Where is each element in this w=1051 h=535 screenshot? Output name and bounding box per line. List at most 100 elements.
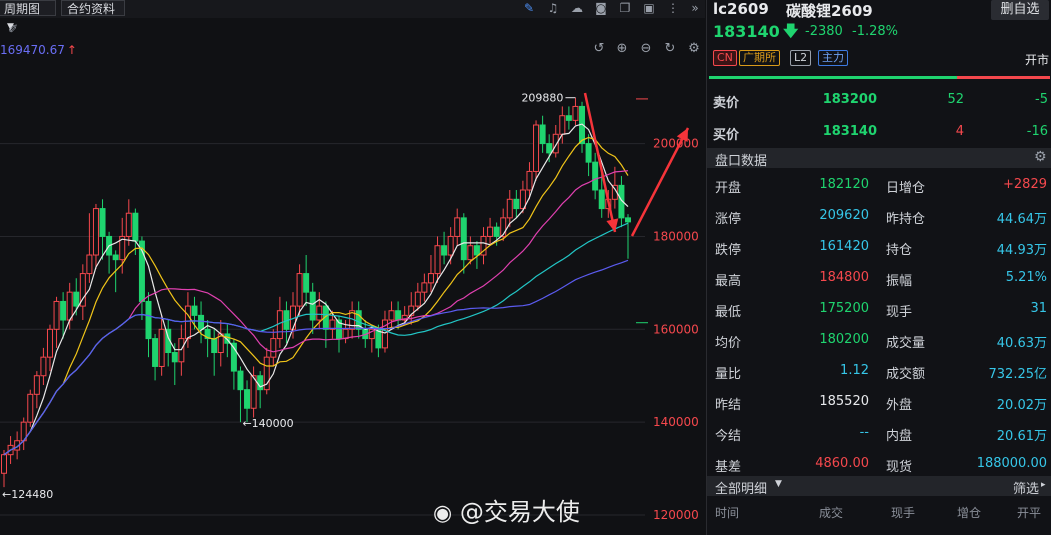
candle-body xyxy=(592,161,599,191)
weibo-icon: ◉ xyxy=(433,501,453,526)
candle-body xyxy=(237,370,244,391)
candle-body xyxy=(171,352,178,363)
settings-icon[interactable]: ⚙ xyxy=(1034,149,1047,165)
candle-body xyxy=(395,310,402,321)
stat-value: -- xyxy=(859,425,869,440)
ask-price: 183200 xyxy=(822,92,877,107)
stat-value: 182120 xyxy=(819,177,869,192)
candle-body xyxy=(66,291,73,321)
bid-change: -16 xyxy=(1026,124,1048,139)
col-oi-change: 增仓 xyxy=(957,506,982,520)
camera-icon[interactable]: ◙ xyxy=(593,0,609,16)
collapse-panel-icon[interactable]: » xyxy=(687,0,703,16)
stat-label: 振幅 xyxy=(886,274,913,289)
y-tick-label: 200000 xyxy=(653,137,699,151)
annotation-high: 209880 xyxy=(521,92,563,105)
filter-button[interactable]: 筛选 xyxy=(1013,478,1039,497)
stat-row: 开盘 182120 日增仓 +2829 xyxy=(707,170,1051,200)
stat-value: 31 xyxy=(1030,301,1047,316)
stat-value: 185520 xyxy=(819,394,869,409)
settings-icon[interactable]: ⚙ xyxy=(686,41,702,57)
candle-body xyxy=(145,300,152,340)
candle-body xyxy=(244,389,251,409)
quote-panel: lc2609 碳酸锂2609 删自选 183140 🡇 -2380 -1.28%… xyxy=(706,0,1051,535)
price-change: -2380 xyxy=(805,24,843,39)
stat-label: 量比 xyxy=(715,367,742,382)
stat-label: 昨结 xyxy=(715,398,742,413)
stat-row: 最高 184800 振幅 5.21% xyxy=(707,263,1051,293)
candle-body xyxy=(73,291,80,307)
stat-value: 161420 xyxy=(819,239,869,254)
zoom-in-icon[interactable]: ⊕ xyxy=(614,41,630,57)
section-header: 盘口数据 ⚙ xyxy=(707,148,1051,169)
stat-label: 现手 xyxy=(886,305,913,320)
candle-body xyxy=(598,189,605,210)
pencil-icon[interactable]: ✎ xyxy=(521,0,537,16)
stat-value: 175200 xyxy=(819,301,869,316)
stat-label: 涨停 xyxy=(715,212,742,227)
candle-body xyxy=(46,328,53,358)
zoom-out-icon[interactable]: ⊖ xyxy=(638,41,654,57)
caret-down-icon[interactable]: ▼ xyxy=(775,479,782,489)
cloud-icon[interactable]: ☁ xyxy=(569,0,585,16)
candle-body xyxy=(270,338,277,358)
tag-main: 主力 xyxy=(818,50,848,66)
bid-price: 183140 xyxy=(822,124,877,139)
candle-body xyxy=(559,115,566,135)
candle-body xyxy=(316,305,323,321)
y-tick-label: 160000 xyxy=(653,322,699,336)
candle-body xyxy=(296,273,303,307)
ask-change: -5 xyxy=(1035,92,1048,107)
candle-body xyxy=(1,454,7,474)
candle-body xyxy=(191,305,198,316)
bell-icon[interactable]: ♫ xyxy=(545,0,561,16)
candle-body xyxy=(533,124,540,172)
candle-body xyxy=(198,314,205,330)
bid-row: 买价 183140 4 -16 xyxy=(707,117,1051,147)
candle-body xyxy=(309,291,316,321)
stat-row: 基差 4860.00 现货 188000.00 xyxy=(707,449,1051,479)
filter-caret-icon[interactable]: ▸ xyxy=(1041,480,1046,490)
contract-info-label: 合约资料 xyxy=(67,2,116,16)
detail-columns: 时间 成交 现手 增仓 开平 xyxy=(707,502,1051,522)
candle-body xyxy=(92,208,99,256)
stat-value: 5.21% xyxy=(1005,270,1047,285)
candle-body xyxy=(27,393,34,423)
stat-label: 均价 xyxy=(715,336,742,351)
stat-label: 内盘 xyxy=(886,429,913,444)
more-icon[interactable]: ⋮ xyxy=(665,0,681,16)
candle-body xyxy=(625,217,631,223)
tag-cn: CN xyxy=(713,50,737,66)
candle-body xyxy=(434,245,441,275)
candle-body xyxy=(388,310,395,321)
candle-body xyxy=(414,291,421,307)
candle-body xyxy=(427,273,434,284)
col-volume: 现手 xyxy=(891,506,916,520)
fullscreen-icon[interactable]: ▣ xyxy=(641,0,657,16)
stat-label: 基差 xyxy=(715,460,742,475)
candle-body xyxy=(158,328,165,367)
candlestick-chart[interactable]: 200000 180000 160000 140000 120000 209880 ←140… xyxy=(0,60,705,535)
candle-body xyxy=(112,254,119,261)
period-selector[interactable]: 周期图 ▼ xyxy=(0,0,56,32)
up-arrow-icon: ↑ xyxy=(66,43,77,57)
stat-value: 732.25亿 xyxy=(988,367,1048,382)
bid-volume: 4 xyxy=(955,124,964,139)
y-tick-label: 180000 xyxy=(653,229,699,243)
candle-body xyxy=(211,338,218,354)
symbol-name: 碳酸锂2609 xyxy=(786,2,873,20)
detail-title[interactable]: 全部明细 xyxy=(715,478,767,497)
candle-body xyxy=(585,143,592,163)
reset-icon[interactable]: ↻ xyxy=(662,41,678,57)
contract-info-button[interactable]: 合约资料 xyxy=(61,0,125,16)
candle-body xyxy=(572,105,579,121)
stat-label: 成交量 xyxy=(886,336,926,351)
ruler-icon[interactable]: ✐ xyxy=(8,22,22,36)
stat-label: 成交额 xyxy=(886,367,926,382)
undo-icon[interactable]: ↺ xyxy=(591,41,607,57)
ma5-line xyxy=(3,123,629,456)
copy-icon[interactable]: ❐ xyxy=(617,0,633,16)
remove-watchlist-button[interactable]: 删自选 xyxy=(991,0,1049,20)
y-tick-label: 140000 xyxy=(653,415,699,429)
stat-label: 今结 xyxy=(715,429,742,444)
